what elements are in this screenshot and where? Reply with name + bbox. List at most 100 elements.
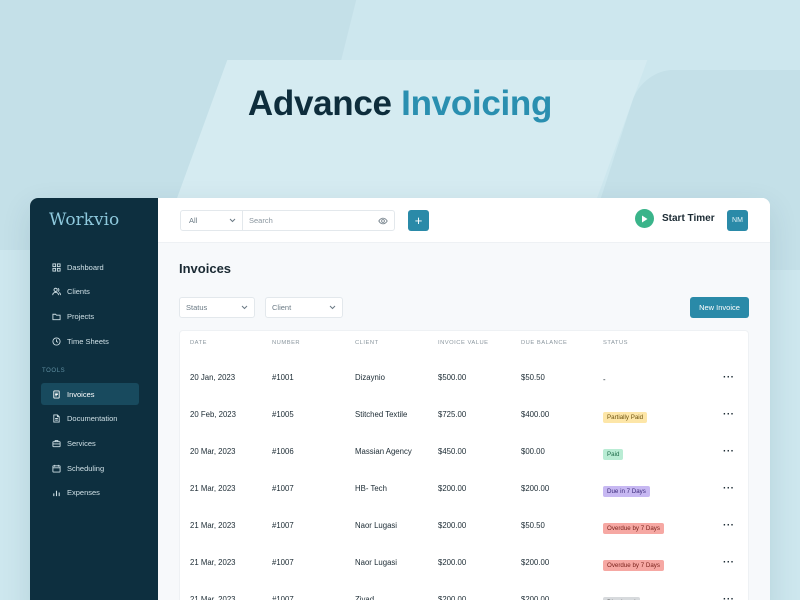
cell-number: #1007	[272, 521, 294, 530]
cell-number: #1007	[272, 595, 294, 600]
table-row[interactable]: 20 Mar, 2023 #1006 Massian Agency $450.00 $0…	[180, 433, 748, 470]
status-filter-label: Status	[186, 303, 208, 312]
chevron-down-icon	[329, 305, 336, 310]
cell-status: Paid	[603, 443, 624, 461]
search-filter-select[interactable]: All	[181, 211, 243, 230]
column-header-number[interactable]: NUMBER	[272, 340, 300, 346]
sidebar-item-label: Documentation	[67, 414, 118, 424]
eye-icon[interactable]	[378, 216, 388, 226]
cell-client: Stitched Textile	[355, 410, 408, 419]
sidebar-item-label: Clients	[67, 287, 90, 297]
status-badge: Dismissed	[603, 596, 640, 600]
cell-date: 20 Feb, 2023	[190, 410, 236, 419]
chevron-down-icon	[241, 305, 248, 310]
column-header-invoice-value[interactable]: INVOICE VALUE	[438, 340, 489, 346]
cell-date: 20 Jan, 2023	[190, 373, 236, 382]
cell-status: Overdue by 7 Days	[603, 517, 664, 535]
sidebar-item-label: Projects	[67, 311, 95, 321]
column-header-date[interactable]: DATE	[190, 340, 207, 346]
more-options-icon[interactable]: ···	[723, 557, 735, 568]
cell-invoice-value: $500.00	[438, 373, 467, 382]
sidebar-item-documentation[interactable]: Documentation	[41, 408, 139, 430]
status-badge: Overdue by 7 Days	[603, 522, 664, 534]
status-badge: Overdue by 7 Days	[603, 559, 664, 571]
cell-due-balance: $200.00	[521, 595, 550, 600]
cell-date: 21 Mar, 2023	[190, 521, 236, 530]
bar-chart-icon	[53, 491, 60, 497]
sidebar-item-label: Time Sheets	[67, 336, 109, 346]
logo: Workvio	[49, 210, 120, 230]
cell-invoice-value: $200.00	[438, 484, 467, 493]
search-input[interactable]	[243, 211, 378, 230]
cell-due-balance: $200.00	[521, 558, 550, 567]
app-window: Workvio Dashboard Clients Projects Time …	[30, 198, 770, 600]
sidebar-item-dashboard[interactable]: Dashboard	[41, 256, 139, 278]
sidebar-item-time-sheets[interactable]: Time Sheets	[41, 330, 139, 352]
sidebar-item-clients[interactable]: Clients	[41, 281, 139, 303]
cell-status: Overdue by 7 Days	[603, 554, 664, 572]
table-header: DATE NUMBER CLIENT INVOICE VALUE DUE BAL…	[180, 331, 748, 355]
cell-number: #1001	[272, 373, 294, 382]
page-title: Invoices	[179, 261, 232, 276]
document-icon	[53, 414, 60, 423]
cell-number: #1006	[272, 447, 294, 456]
clock-icon	[52, 337, 61, 346]
background-shape	[172, 60, 648, 210]
more-options-icon[interactable]: ···	[723, 446, 735, 457]
avatar[interactable]: NM	[727, 210, 748, 231]
cell-number: #1005	[272, 410, 294, 419]
more-options-icon[interactable]: ···	[723, 594, 735, 600]
cell-invoice-value: $450.00	[438, 447, 467, 456]
more-options-icon[interactable]: ···	[723, 520, 735, 531]
table-row[interactable]: 20 Jan, 2023 #1001 Dizaynio $500.00 $50.50 - ·…	[180, 359, 748, 396]
table-row[interactable]: 21 Mar, 2023 #1007 HB- Tech $200.00 $200.00 D…	[180, 470, 748, 507]
more-options-icon[interactable]: ···	[723, 409, 735, 420]
sidebar-item-projects[interactable]: Projects	[41, 305, 139, 327]
sidebar-item-services[interactable]: Services	[41, 432, 139, 454]
briefcase-icon	[52, 440, 61, 448]
status-badge: Paid	[603, 448, 624, 460]
tools-nav: Invoices Documentation Services Scheduli…	[30, 383, 158, 504]
sidebar-item-scheduling[interactable]: Scheduling	[41, 457, 139, 479]
column-header-due-balance[interactable]: DUE BALANCE	[521, 340, 567, 346]
cell-invoice-value: $200.00	[438, 521, 467, 530]
sidebar-item-label: Dashboard	[67, 262, 104, 272]
status-filter-select[interactable]: Status	[179, 297, 255, 318]
table-row[interactable]: 21 Mar, 2023 #1007 Ziyad $200.00 $200.00 Dism…	[180, 581, 748, 600]
cell-status: Partially Paid	[603, 406, 648, 424]
sidebar-item-expenses[interactable]: Expenses	[41, 482, 139, 504]
main-nav: Dashboard Clients Projects Time Sheets	[30, 256, 158, 352]
cell-status: -	[603, 369, 606, 387]
column-header-client[interactable]: CLIENT	[355, 340, 415, 346]
cell-invoice-value: $200.00	[438, 558, 467, 567]
status-badge: -	[603, 374, 606, 384]
sidebar: Workvio Dashboard Clients Projects Time …	[30, 198, 158, 600]
sidebar-item-invoices[interactable]: Invoices	[41, 383, 139, 406]
cell-client: Massian Agency	[355, 447, 412, 456]
more-options-icon[interactable]: ···	[723, 372, 735, 383]
client-filter-select[interactable]: Client	[265, 297, 343, 318]
start-timer-button[interactable]: Start Timer	[635, 209, 715, 228]
table-row[interactable]: 20 Feb, 2023 #1005 Stitched Textile $725.00…	[180, 396, 748, 433]
table-row[interactable]: 21 Mar, 2023 #1007 Naor Lugasi $200.00 $50.5…	[180, 507, 748, 544]
cell-date: 21 Mar, 2023	[190, 484, 236, 493]
headline-part2: Invoicing	[401, 84, 553, 123]
table-row[interactable]: 21 Mar, 2023 #1007 Naor Lugasi $200.00 $200.…	[180, 544, 748, 581]
grid-icon	[52, 262, 61, 272]
search-bar: All	[180, 210, 395, 231]
cell-client: HB- Tech	[355, 484, 387, 493]
status-badge: Partially Paid	[603, 411, 648, 423]
new-invoice-button[interactable]: New Invoice	[690, 297, 749, 318]
cell-date: 21 Mar, 2023	[190, 595, 236, 600]
column-header-status[interactable]: STATUS	[603, 340, 628, 346]
chevron-down-icon	[229, 218, 236, 223]
start-timer-label: Start Timer	[662, 213, 715, 224]
sidebar-item-label: Services	[67, 438, 96, 448]
more-options-icon[interactable]: ···	[723, 483, 735, 494]
sidebar-item-label: Invoices	[67, 389, 95, 399]
search-filter-value: All	[189, 216, 198, 225]
cell-date: 20 Mar, 2023	[190, 447, 236, 456]
add-button[interactable]: +	[408, 210, 429, 231]
calendar-icon	[52, 464, 61, 473]
cell-status: Dismissed	[603, 591, 640, 600]
